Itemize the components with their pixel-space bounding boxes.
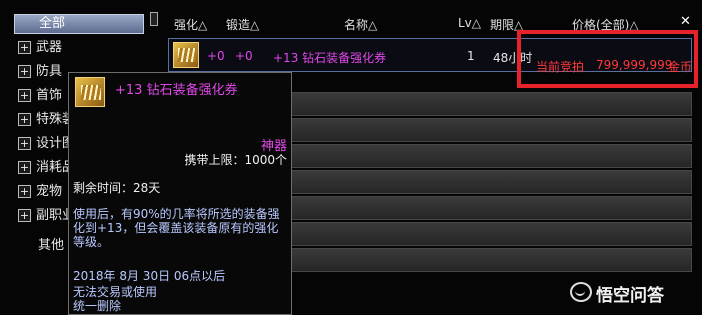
tooltip-title: +13 钻石装备强化券 (115, 83, 238, 98)
sort-name[interactable]: 名称△ (344, 16, 377, 33)
tooltip-delete-note: 统一删除 (73, 299, 122, 313)
speech-bubble-icon (570, 282, 592, 302)
expand-icon[interactable]: + (18, 185, 31, 198)
current-bid-price: 799,999,999 (596, 58, 673, 72)
expand-icon[interactable]: + (18, 137, 31, 150)
listing-name: +13 钻石装备强化券 (273, 51, 387, 65)
sort-forge[interactable]: 锻造△ (226, 16, 259, 33)
category-label: 武器 (36, 40, 63, 55)
category-other[interactable]: 其他 (38, 234, 64, 253)
category-all[interactable]: 全部 (14, 14, 144, 34)
auction-window: 全部 + 武器 + 防具 + 首饰 + 特殊装备 + 设计图 + 消耗品 + 宠… (0, 0, 702, 315)
sort-enhance[interactable]: 强化△ (174, 16, 207, 33)
watermark-text: 悟空问答 (596, 286, 664, 306)
category-label: 防具 (36, 64, 63, 79)
listing-forge: +0 (235, 49, 253, 63)
category-label: 首饰 (36, 88, 63, 103)
item-tooltip: +13 钻石装备强化券 神器 携带上限：1000个 剩余时间：28天 使用后，有… (68, 72, 292, 315)
close-icon[interactable]: ✕ (680, 14, 691, 29)
expand-icon[interactable]: + (18, 209, 31, 222)
expand-icon[interactable]: + (18, 65, 31, 78)
tooltip-carry-cap: 携带上限：1000个 (184, 153, 287, 167)
current-bid-unit: 金币 (668, 60, 693, 74)
current-bid-label: 当前竞拍 (536, 60, 585, 74)
listing-enhance: +0 (207, 49, 225, 63)
tooltip-remaining-time: 剩余时间：28天 (73, 181, 161, 195)
sort-level[interactable]: Lv△ (458, 16, 481, 30)
category-label: 宠物 (36, 184, 63, 199)
tooltip-date: 2018年 8月 30日 06点以后 (73, 269, 226, 283)
expand-icon[interactable]: + (18, 41, 31, 54)
expand-icon[interactable]: + (18, 161, 31, 174)
sidebar-scrollbar[interactable] (150, 12, 158, 26)
enhance-ticket-icon (173, 42, 199, 68)
expand-icon[interactable]: + (18, 89, 31, 102)
expand-icon[interactable]: + (18, 113, 31, 126)
tooltip-description: 使用后，有90%的几率将所选的装备强化到+13，但会覆盖该装备原有的强化等级。 (73, 207, 280, 249)
listing-level: 1 (467, 49, 475, 63)
enhance-ticket-icon (75, 77, 105, 107)
category-item[interactable]: + 武器 (18, 38, 148, 58)
